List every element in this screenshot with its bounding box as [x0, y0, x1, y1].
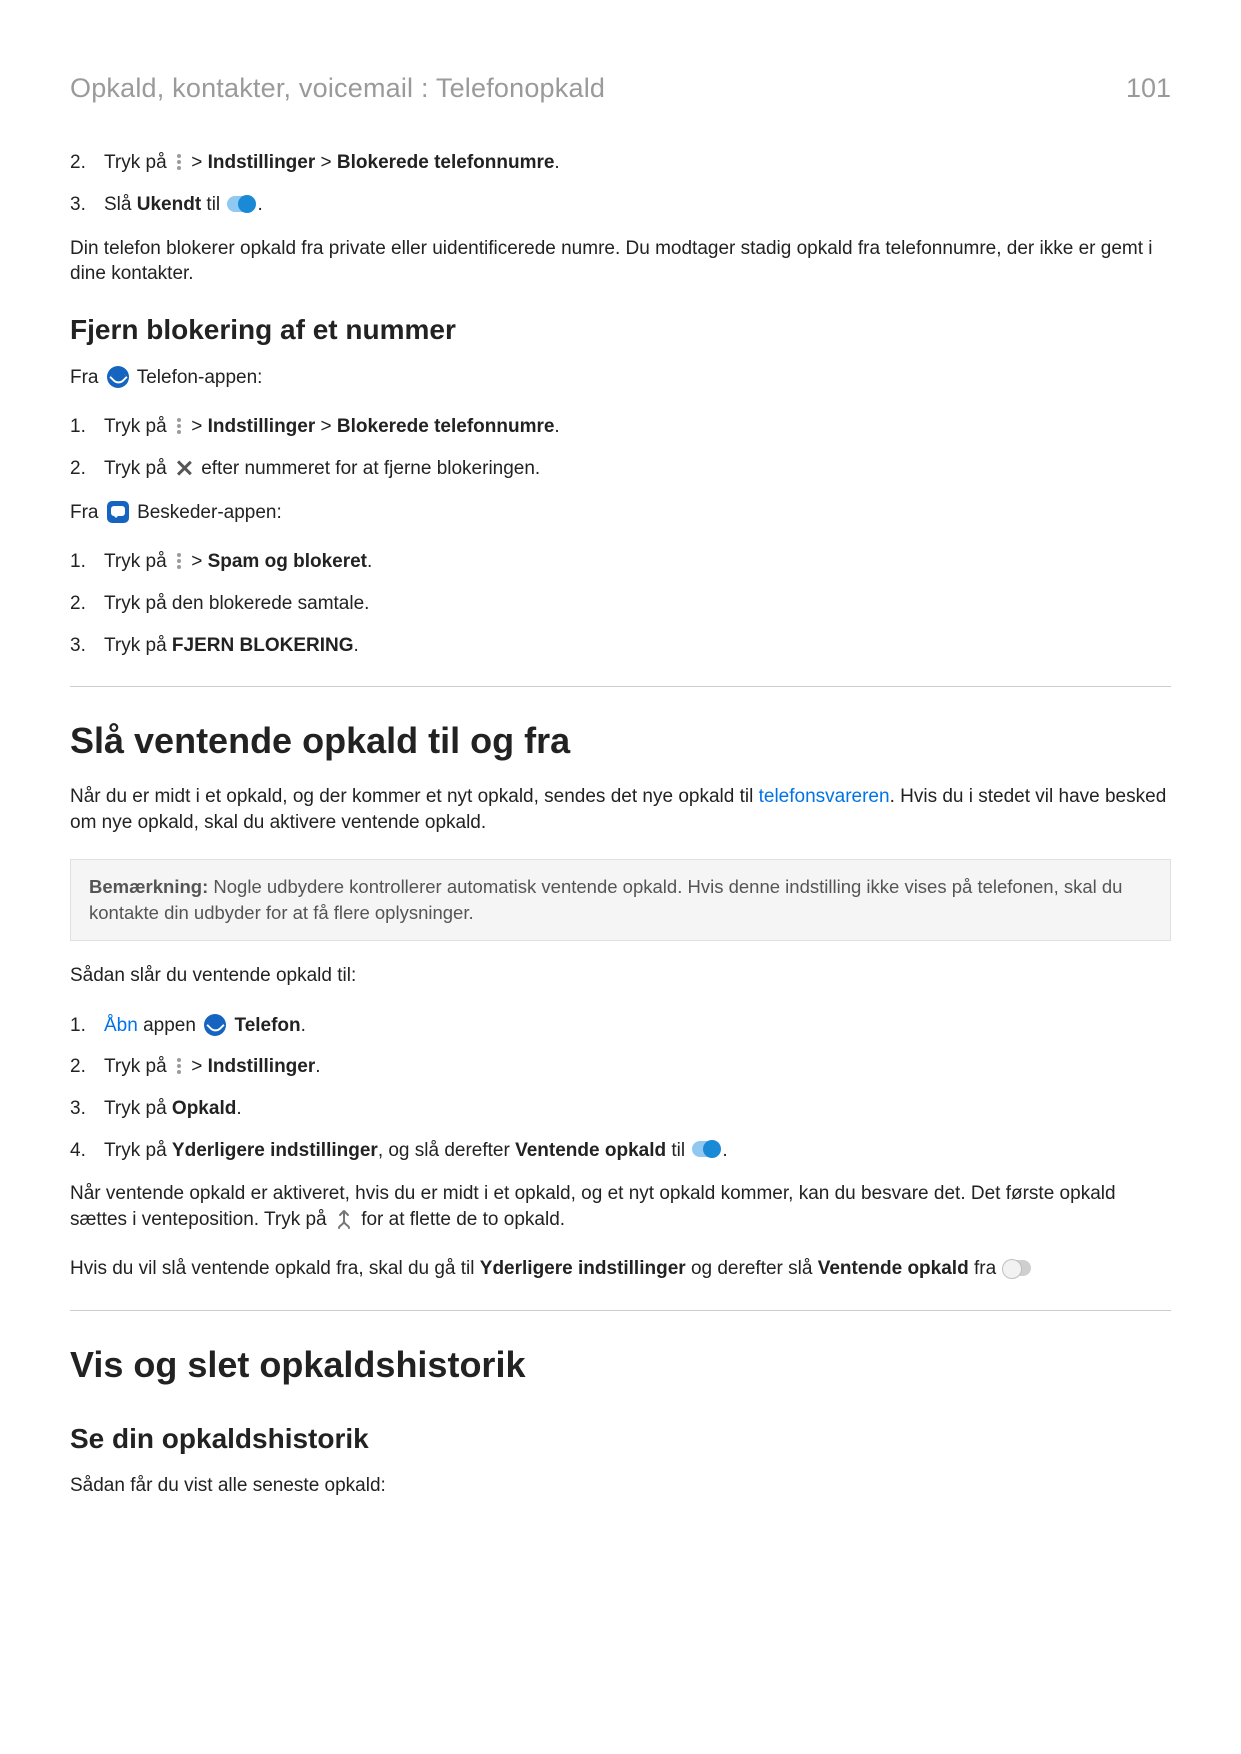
howto-line: Sådan slår du ventende opkald til: [70, 963, 1171, 989]
more-vert-icon [174, 1056, 184, 1076]
section-call-waiting: Slå ventende opkald til og fra [70, 717, 1171, 766]
after-paragraph-1: Når ventende opkald er aktiveret, hvis d… [70, 1181, 1171, 1232]
note-box: Bemærkning: Nogle udbydere kontrollerer … [70, 859, 1171, 941]
note-label: Bemærkning: [89, 876, 208, 897]
step-text: Tryk på > Indstillinger > Blokerede tele… [104, 414, 1171, 440]
more-vert-icon [174, 416, 184, 436]
step-number: 1. [70, 549, 104, 575]
more-vert-icon [174, 152, 184, 172]
step-number: 4. [70, 1138, 104, 1164]
step-number: 3. [70, 192, 104, 218]
section-unblock-number: Fjern blokering af et nummer [70, 311, 1171, 349]
close-x-icon [175, 459, 193, 477]
steps-call-waiting: 1. Åbn appen Telefon. 2. Tryk på > Indst… [70, 1013, 1171, 1164]
phone-app-icon [204, 1014, 226, 1036]
steps-block-unknown: 2. Tryk på > Indstillinger > Blokerede t… [70, 150, 1171, 217]
step-number: 1. [70, 1013, 104, 1039]
step-text: Tryk på FJERN BLOKERING. [104, 633, 1171, 659]
subsection-view-history: Se din opkaldshistorik [70, 1420, 1171, 1458]
step-number: 2. [70, 1054, 104, 1080]
open-link[interactable]: Åbn [104, 1015, 138, 1036]
step-text: Tryk på Opkald. [104, 1096, 1171, 1122]
page: Opkald, kontakter, voicemail : Telefonop… [0, 0, 1241, 1754]
page-number: 101 [1126, 70, 1171, 106]
toggle-on-icon [227, 196, 255, 212]
step-text: Tryk på > Indstillinger > Blokerede tele… [104, 150, 1171, 176]
step-text: Tryk på den blokerede samtale. [104, 591, 1171, 617]
step-number: 1. [70, 414, 104, 440]
messages-app-icon [107, 501, 129, 523]
history-intro: Sådan får du vist alle seneste opkald: [70, 1473, 1171, 1499]
voicemail-link[interactable]: telefonsvareren [759, 786, 890, 807]
section-call-history: Vis og slet opkaldshistorik [70, 1341, 1171, 1390]
more-vert-icon [174, 551, 184, 571]
divider [70, 686, 1171, 687]
steps-from-messages: 1. Tryk på > Spam og blokeret. 2. Tryk p… [70, 549, 1171, 658]
breadcrumb: Opkald, kontakter, voicemail : Telefonop… [70, 70, 605, 106]
page-header: Opkald, kontakter, voicemail : Telefonop… [70, 70, 1171, 106]
after-paragraph-2: Hvis du vil slå ventende opkald fra, ska… [70, 1256, 1171, 1282]
steps-from-phone: 1. Tryk på > Indstillinger > Blokerede t… [70, 414, 1171, 481]
intro-paragraph: Når du er midt i et opkald, og der komme… [70, 784, 1171, 835]
phone-app-icon [107, 366, 129, 388]
toggle-off-icon [1003, 1260, 1031, 1276]
from-messages-line: Fra Beskeder-appen: [70, 500, 1171, 526]
step-number: 2. [70, 591, 104, 617]
paragraph: Din telefon blokerer opkald fra private … [70, 236, 1171, 287]
step-number: 3. [70, 633, 104, 659]
toggle-on-icon [692, 1141, 720, 1157]
step-number: 2. [70, 456, 104, 482]
step-text: Tryk på Yderligere indstillinger, og slå… [104, 1138, 1171, 1164]
step-number: 2. [70, 150, 104, 176]
step-text: Slå Ukendt til . [104, 192, 1171, 218]
step-text: Tryk på > Indstillinger. [104, 1054, 1171, 1080]
step-text: Åbn appen Telefon. [104, 1013, 1171, 1039]
merge-calls-icon [335, 1209, 353, 1229]
step-text: Tryk på > Spam og blokeret. [104, 549, 1171, 575]
step-number: 3. [70, 1096, 104, 1122]
step-text: Tryk på efter nummeret for at fjerne blo… [104, 456, 1171, 482]
divider [70, 1310, 1171, 1311]
note-text: Nogle udbydere kontrollerer automatisk v… [89, 876, 1122, 923]
from-phone-line: Fra Telefon-appen: [70, 365, 1171, 391]
